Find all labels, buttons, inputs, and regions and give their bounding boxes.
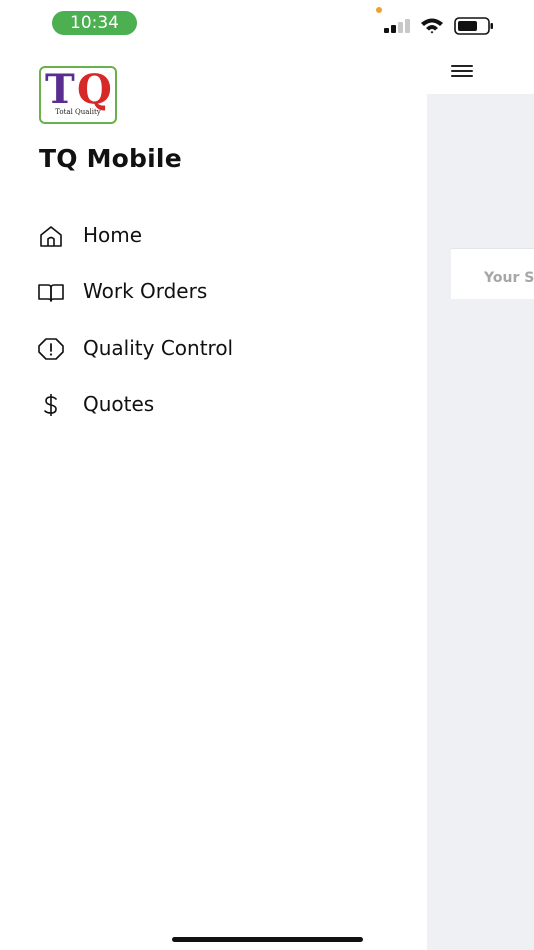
wifi-icon — [420, 17, 444, 34]
privacy-indicator-dot — [376, 7, 382, 13]
logo-letter-t: T — [45, 66, 75, 113]
signal-icon — [384, 18, 412, 33]
home-indicator[interactable] — [172, 937, 363, 942]
menu-item-quality-control[interactable]: Quality Control — [30, 327, 410, 371]
status-time: 10:34 — [52, 11, 137, 35]
background-card-text: Your S — [484, 270, 534, 286]
logo-letter-q: Q — [77, 66, 112, 113]
menu-item-label: Home — [83, 223, 143, 247]
battery-icon — [454, 17, 494, 35]
menu-item-quotes[interactable]: Quotes — [30, 383, 410, 427]
alert-octagon-icon — [37, 337, 65, 361]
menu-item-label: Quotes — [83, 392, 155, 416]
navigation-drawer: T Q Total Quality TQ Mobile Home Work Or… — [0, 0, 427, 950]
menu-item-work-orders[interactable]: Work Orders — [30, 270, 410, 314]
hamburger-menu-icon[interactable] — [449, 62, 475, 80]
app-title: TQ Mobile — [39, 144, 182, 173]
menu-item-label: Work Orders — [83, 279, 208, 303]
menu-item-label: Quality Control — [83, 336, 234, 360]
logo-caption: Total Quality — [55, 108, 101, 116]
background-content-area — [427, 94, 534, 950]
menu-item-home[interactable]: Home — [30, 214, 410, 258]
tq-logo: T Q Total Quality — [39, 66, 117, 124]
status-bar: 10:34 — [0, 0, 534, 46]
dollar-icon — [37, 393, 65, 417]
home-icon — [37, 224, 65, 248]
background-card[interactable]: Your S — [451, 248, 534, 299]
book-icon — [37, 280, 65, 304]
